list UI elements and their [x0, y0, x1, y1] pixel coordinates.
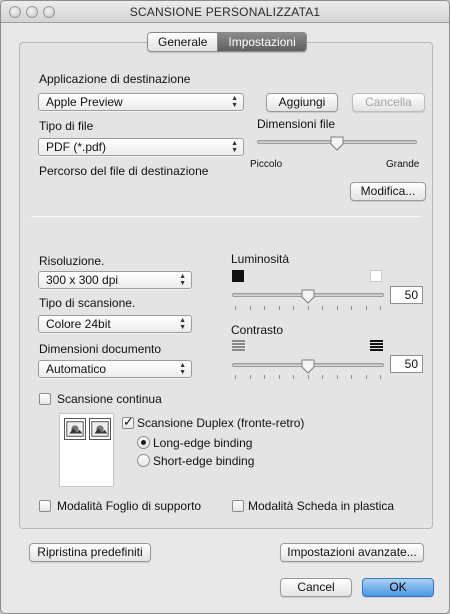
popup-arrows-icon: ▲ ▼ — [179, 317, 186, 331]
scan-type-value: Colore 24bit — [46, 317, 111, 331]
popup-arrows-icon: ▲ ▼ — [179, 273, 186, 287]
tab-impostazioni[interactable]: Impostazioni — [217, 33, 306, 51]
scan-type-label: Tipo di scansione. — [39, 296, 136, 310]
window-title: SCANSIONE PERSONALIZZATA1 — [129, 5, 321, 19]
tab-generale[interactable]: Generale — [148, 33, 218, 51]
continuous-scan-label: Scansione continua — [57, 392, 162, 406]
section-divider — [31, 216, 421, 217]
high-contrast-icon — [370, 340, 383, 351]
carrier-sheet-label: Modalità Foglio di supporto — [57, 499, 202, 513]
checkmark-icon: ✓ — [123, 414, 134, 429]
dark-swatch-icon — [232, 270, 244, 282]
long-edge-binding-radio[interactable] — [137, 436, 150, 449]
file-size-label: Dimensioni file — [257, 117, 336, 131]
title-bar: SCANSIONE PERSONALIZZATA1 — [1, 1, 449, 23]
destination-path-label: Percorso del file di destinazione — [39, 164, 209, 178]
carrier-sheet-checkbox[interactable] — [39, 500, 51, 512]
destination-app-label: Applicazione di destinazione — [39, 72, 191, 86]
dialog-window: SCANSIONE PERSONALIZZATA1 Generale Impos… — [0, 0, 450, 614]
duplex-scan-label: Scansione Duplex (fronte-retro) — [137, 416, 305, 430]
brightness-label: Luminosità — [231, 252, 290, 266]
contrast-label: Contrasto — [231, 323, 284, 337]
contrast-value-field[interactable]: 50 — [390, 355, 423, 373]
resolution-select[interactable]: 300 x 300 dpi ▲ ▼ — [38, 271, 192, 289]
document-size-label: Dimensioni documento — [39, 342, 162, 356]
file-type-value: PDF (*.pdf) — [46, 140, 107, 154]
duplex-page-front-icon — [64, 418, 86, 440]
document-size-select[interactable]: Automatico ▲ ▼ — [38, 360, 192, 378]
ok-button[interactable]: OK — [362, 578, 434, 597]
restore-defaults-button[interactable]: Ripristina predefiniti — [29, 543, 151, 562]
popup-arrows-icon: ▲ ▼ — [231, 140, 238, 154]
contrast-slider-knob[interactable] — [301, 359, 315, 374]
advanced-settings-button[interactable]: Impostazioni avanzate... — [280, 543, 424, 562]
brightness-ticks — [235, 306, 381, 310]
short-edge-binding-label: Short-edge binding — [153, 454, 255, 468]
radio-selected-dot — [141, 440, 146, 445]
plastic-card-label: Modalità Scheda in plastica — [248, 499, 395, 513]
continuous-scan-checkbox[interactable] — [39, 393, 51, 405]
modify-path-button[interactable]: Modifica... — [350, 182, 426, 201]
light-swatch-icon — [370, 270, 382, 282]
low-contrast-icon — [232, 340, 245, 351]
popup-arrows-icon: ▲ ▼ — [231, 95, 238, 109]
duplex-page-back-icon — [89, 418, 111, 440]
file-size-slider-knob[interactable] — [330, 136, 344, 151]
long-edge-binding-label: Long-edge binding — [153, 436, 253, 450]
resolution-label: Risoluzione. — [39, 254, 105, 268]
resolution-value: 300 x 300 dpi — [46, 273, 119, 287]
brightness-value-field[interactable]: 50 — [390, 286, 423, 304]
plastic-card-checkbox[interactable] — [232, 500, 244, 512]
brightness-slider-knob[interactable] — [301, 289, 315, 304]
scan-type-select[interactable]: Colore 24bit ▲ ▼ — [38, 315, 192, 333]
add-button[interactable]: Aggiungi — [266, 93, 338, 112]
file-size-min-label: Piccolo — [250, 159, 283, 170]
contrast-ticks — [235, 375, 381, 379]
popup-arrows-icon: ▲ ▼ — [179, 362, 186, 376]
short-edge-binding-radio[interactable] — [137, 454, 150, 467]
file-type-select[interactable]: PDF (*.pdf) ▲ ▼ — [38, 138, 244, 156]
cancel-button[interactable]: Cancel — [280, 578, 352, 597]
document-size-value: Automatico — [46, 362, 107, 376]
duplex-illustration — [59, 413, 114, 487]
destination-app-select[interactable]: Apple Preview ▲ ▼ — [38, 93, 244, 111]
tab-bar: Generale Impostazioni — [147, 32, 307, 52]
delete-button[interactable]: Cancella — [352, 93, 425, 112]
duplex-scan-checkbox[interactable]: ✓ — [122, 414, 134, 429]
destination-app-value: Apple Preview — [46, 95, 123, 109]
file-size-max-label: Grande — [386, 159, 420, 170]
file-type-label: Tipo di file — [39, 119, 94, 133]
